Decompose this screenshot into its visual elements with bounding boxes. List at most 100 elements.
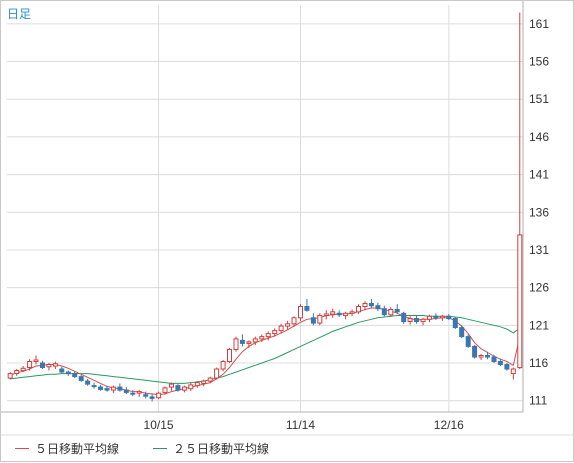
candle <box>414 315 420 324</box>
candle <box>388 307 394 318</box>
candle <box>65 370 71 376</box>
candle-body <box>427 315 432 320</box>
candle-body <box>7 373 13 379</box>
candle-body <box>452 318 458 328</box>
candle-body <box>310 317 316 324</box>
candle <box>446 314 452 321</box>
candle-body <box>14 370 20 374</box>
candle <box>304 298 310 312</box>
candle-body <box>98 386 103 390</box>
candle <box>156 391 162 400</box>
candle <box>381 305 387 317</box>
period-label: 日足 <box>7 7 32 21</box>
y-tick-label: 116 <box>529 356 548 370</box>
candle-body <box>233 338 239 350</box>
candle-body <box>414 318 420 322</box>
candle-body <box>278 325 284 332</box>
chart-frame: 111 116 121 126 131 136 141 146 151 156 161 10/15 11… <box>0 0 574 462</box>
candle <box>98 384 103 391</box>
candle <box>40 360 45 370</box>
candle-body <box>497 361 503 365</box>
candle-body <box>343 312 349 317</box>
x-tick-label: 10/15 <box>144 418 174 432</box>
axis-labels: 111 116 121 126 131 136 141 146 151 156 161 10/15 11… <box>144 17 550 432</box>
candle-body <box>446 315 452 320</box>
legend-label-ma25: ２５日移動平均線 <box>173 442 270 456</box>
candle-body <box>317 315 323 324</box>
legend-item-ma25: ２５日移動平均線 <box>153 440 269 457</box>
candle-body <box>517 234 523 369</box>
candle-body <box>304 306 310 311</box>
candle-body <box>291 317 297 325</box>
stock-chart: 111 116 121 126 131 136 141 146 151 156 161 10/15 11… <box>1 1 574 436</box>
candle <box>220 359 226 372</box>
candle-body <box>214 368 220 379</box>
candle-body <box>85 380 91 385</box>
candle-body <box>136 391 142 394</box>
candle-body <box>510 368 516 374</box>
candle <box>478 353 484 360</box>
candle-body <box>162 387 168 393</box>
candle-body <box>181 386 187 391</box>
candle <box>169 382 174 391</box>
candle-body <box>27 361 33 368</box>
candle <box>310 313 316 326</box>
candle <box>343 311 349 320</box>
candle <box>504 363 510 371</box>
candle <box>136 390 142 397</box>
y-tick-label: 141 <box>529 168 549 182</box>
candle-body <box>65 371 71 375</box>
candle-body <box>472 345 478 358</box>
candle <box>227 347 232 364</box>
x-tick-label: 11/14 <box>286 418 315 432</box>
candle-body <box>117 386 123 391</box>
candle-body <box>130 392 136 395</box>
candle <box>439 314 445 321</box>
candle-body <box>33 359 39 362</box>
candle-body <box>239 339 245 344</box>
candle <box>78 375 84 382</box>
legend-swatch-ma25 <box>153 448 168 449</box>
candle-body <box>491 356 497 362</box>
candle-body <box>194 382 200 387</box>
candle-body <box>207 377 213 382</box>
candle <box>401 311 407 324</box>
legend-swatch-ma5 <box>15 448 29 449</box>
candle-body <box>52 363 58 367</box>
candlesticks <box>7 12 523 402</box>
candle-body <box>433 315 439 319</box>
candle-body <box>246 341 252 344</box>
candle <box>239 334 245 347</box>
candle <box>181 385 187 393</box>
candle-body <box>72 373 78 378</box>
candle-body <box>252 338 258 343</box>
candle-body <box>78 376 84 381</box>
y-tick-label: 156 <box>529 55 549 69</box>
candle-body <box>272 330 278 335</box>
candle-body <box>110 386 116 391</box>
candle <box>91 382 97 389</box>
candle-body <box>420 318 426 323</box>
candle-body <box>504 364 510 370</box>
candle-body <box>175 385 181 391</box>
candle <box>317 313 323 326</box>
candle <box>420 317 426 326</box>
candle-body <box>368 303 374 307</box>
candle-body <box>169 383 174 388</box>
candle <box>201 379 207 387</box>
candle-body <box>265 333 271 338</box>
candle <box>349 309 355 317</box>
x-tick-label: 12/16 <box>434 418 464 432</box>
candle-body <box>478 355 484 358</box>
candle-body <box>91 385 97 388</box>
candle <box>175 384 181 392</box>
candle <box>85 378 91 386</box>
candle-body <box>381 308 387 316</box>
legend-label-ma5: ５日移動平均線 <box>35 442 120 456</box>
legend-item-ma5: ５日移動平均線 <box>15 440 119 457</box>
candle-body <box>298 306 303 319</box>
candle <box>233 336 239 352</box>
y-tick-label: 111 <box>529 394 548 408</box>
candle <box>330 308 336 318</box>
candle <box>517 12 523 370</box>
